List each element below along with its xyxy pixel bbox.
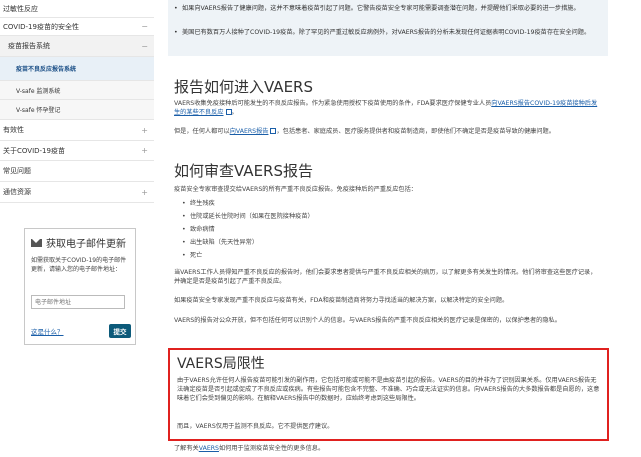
expand-icon[interactable]: + — [141, 126, 148, 135]
envelope-icon — [31, 238, 42, 247]
sidebar-item-label: 疫苗不良反应报告系统 — [16, 66, 77, 73]
list-item: 住院或延长住院时间（如果在医院接种疫苗） — [182, 212, 314, 221]
sidebar-item-faq[interactable]: 常见问题 — [0, 161, 154, 182]
intro-note-box: 如果向VAERS报告了健康问题，这并不意味着疫苗引起了问题。它警告疫苗安全专家可… — [168, 0, 608, 56]
email-signup-box: 获取电子邮件更新 如需获取关于COVID-19的电子邮件更新，请输入您的电子邮件… — [24, 228, 136, 345]
vaers-link[interactable]: VAERS — [199, 445, 219, 452]
email-field[interactable] — [31, 295, 125, 309]
what-is-this-link[interactable]: 这是什么？ — [31, 326, 64, 336]
sidebar-item-vsafe-pregnancy[interactable]: V-safe 怀孕登记 — [0, 100, 154, 120]
expand-icon[interactable]: + — [141, 188, 148, 197]
list-item: 致命病情 — [182, 225, 215, 234]
sidebar-item-reporting-systems[interactable]: 疫苗报告系统 − — [0, 36, 154, 57]
section-heading-how-reports: 报告如何进入VAERS — [174, 78, 313, 96]
expand-icon[interactable]: + — [141, 146, 148, 155]
sidebar-item-effectiveness[interactable]: 有效性 + — [0, 120, 154, 141]
list-item: 美国已有数百万人接种了COVID-19疫苗。除了罕见的严重过敏反应病例外，对VA… — [174, 28, 592, 37]
sidebar-item-communication[interactable]: 通信资源 + — [0, 182, 154, 203]
section2-paragraph-1: 疫苗安全专家审查提交给VAERS的所有严重不良反应报告。免疫接种后的严重反应包括… — [174, 186, 417, 193]
report-to-vaers-link[interactable]: 向VAERS报告 — [230, 128, 269, 135]
list-item: 死亡 — [182, 251, 203, 260]
external-link-icon — [225, 109, 232, 115]
sidebar: 过敏性反应 COVID-19疫苗的安全性 − 疫苗报告系统 − 疫苗不良反应报告… — [0, 0, 154, 457]
sidebar-item-label: 过敏性反应 — [3, 4, 38, 13]
sidebar-item-anaphylaxis[interactable]: 过敏性反应 — [0, 0, 154, 18]
collapse-icon[interactable]: − — [141, 22, 148, 31]
section2-paragraph-2: 当VAERS工作人员得知严重不良反应的报告时，他们会要求患者提供与严重不良反应相… — [174, 269, 597, 285]
section2-paragraph-3: 如果疫苗安全专家发现严重不良反应与疫苗有关，FDA和疫苗制造商将努力寻找适当的解… — [174, 297, 509, 304]
section-heading-limitations: VAERS局限性 — [177, 356, 265, 372]
limitations-paragraph-2: 而且，VAERS仅用于监测不良反应。它不提供医疗建议。 — [177, 423, 334, 430]
section2-paragraph-4: VAERS的报告对公众开放，但不包括任何可以识别个人的信息。与VAERS报告的严… — [174, 317, 561, 324]
sidebar-item-label: V-safe 监测系统 — [16, 87, 61, 95]
sidebar-item-vsafe[interactable]: V-safe 监测系统 — [0, 81, 154, 100]
sidebar-item-label: 常见问题 — [3, 167, 31, 175]
sidebar-item-about-vaccines[interactable]: 关于COVID-19疫苗 + — [0, 141, 154, 161]
list-item: 终生残疾 — [182, 199, 215, 208]
email-signup-header: 获取电子邮件更新 — [25, 229, 135, 250]
section-heading-review: 如何审查VAERS报告 — [174, 162, 313, 180]
email-signup-title: 获取电子邮件更新 — [46, 239, 126, 250]
sidebar-item-covid-safety[interactable]: COVID-19疫苗的安全性 − — [0, 18, 154, 36]
sidebar-item-label: 关于COVID-19疫苗 — [3, 146, 65, 155]
section1-paragraph-2: 但是，任何人都可以向VAERS报告 ，包括患者、家庭成员、医疗服务提供者和疫苗制造… — [174, 128, 555, 135]
limitations-paragraph-1: 由于VAERS允许任何人报告疫苗可能引发的副作用，它包括可能或可能不是由疫苗引起… — [177, 377, 600, 402]
list-item: 出生缺陷（先天性异常） — [182, 238, 258, 247]
sidebar-item-vaers[interactable]: 疫苗不良反应报告系统 — [0, 57, 154, 81]
external-link-icon — [270, 128, 277, 134]
limitations-highlight-box: VAERS局限性 由于VAERS允许任何人报告疫苗可能引发的副作用，它包括可能或… — [168, 348, 609, 441]
section1-paragraph-1: VAERS收集免疫接种后可能发生的不良反应报告。作为紧急使用授权下疫苗使用的条件… — [174, 100, 598, 116]
list-item: 如果向VAERS报告了健康问题，这并不意味着疫苗引起了问题。它警告疫苗安全专家可… — [174, 4, 592, 13]
footer-learn-more: 了解有关VAERS如何用于监测疫苗安全性的更多信息。 — [174, 445, 325, 452]
sidebar-item-label: 通信资源 — [3, 188, 31, 196]
sidebar-item-label: 疫苗报告系统 — [8, 42, 50, 50]
sidebar-item-label: V-safe 怀孕登记 — [16, 107, 61, 114]
sidebar-item-label: 有效性 — [3, 126, 24, 134]
submit-button[interactable]: 提交 — [109, 324, 131, 338]
sidebar-item-label: COVID-19疫苗的安全性 — [3, 22, 79, 31]
collapse-icon[interactable]: − — [141, 42, 148, 51]
email-signup-text: 如需获取关于COVID-19的电子邮件更新，请输入您的电子邮件地址： — [31, 257, 127, 273]
